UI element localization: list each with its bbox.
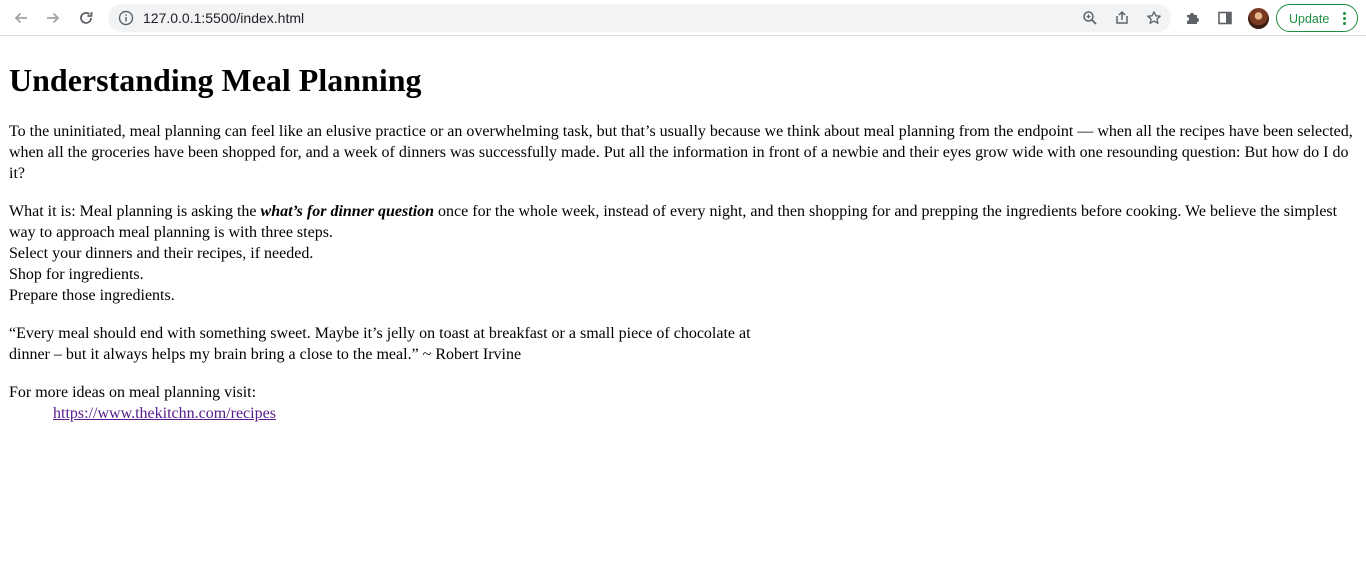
more-ideas-paragraph: For more ideas on meal planning visit: bbox=[9, 382, 1358, 403]
side-panel-icon[interactable] bbox=[1215, 8, 1235, 28]
what-it-is-paragraph: What it is: Meal planning is asking the … bbox=[9, 201, 1358, 306]
reload-icon[interactable] bbox=[73, 5, 99, 31]
more-ideas-text: For more ideas on meal planning visit: bbox=[9, 384, 257, 401]
address-bar[interactable]: 127.0.0.1:5500/index.html bbox=[108, 4, 1171, 32]
quote-line: “Every meal should end with something sw… bbox=[9, 325, 751, 342]
quote-line: dinner – but it always helps my brain br… bbox=[9, 346, 522, 363]
step-item: Prepare those ingredients. bbox=[9, 287, 175, 304]
quote-paragraph: “Every meal should end with something sw… bbox=[9, 323, 1358, 365]
step-item: Shop for ingredients. bbox=[9, 266, 144, 283]
zoom-icon[interactable] bbox=[1081, 9, 1099, 27]
link-block: https://www.thekitchn.com/recipes bbox=[53, 403, 1358, 424]
page-content: Understanding Meal Planning To the unini… bbox=[0, 37, 1366, 568]
step-item: Select your dinners and their recipes, i… bbox=[9, 245, 314, 262]
intro-paragraph: To the uninitiated, meal planning can fe… bbox=[9, 123, 1353, 182]
update-button-label: Update bbox=[1289, 12, 1330, 26]
what-emphasis: what’s for dinner question bbox=[260, 203, 435, 220]
recipes-link[interactable]: https://www.thekitchn.com/recipes bbox=[53, 405, 276, 422]
back-arrow-icon[interactable] bbox=[8, 5, 34, 31]
page-title: Understanding Meal Planning bbox=[9, 62, 422, 98]
update-button[interactable]: Update bbox=[1276, 4, 1358, 32]
profile-avatar[interactable] bbox=[1248, 8, 1269, 29]
site-info-icon[interactable] bbox=[118, 10, 134, 26]
share-icon[interactable] bbox=[1113, 9, 1131, 27]
star-icon[interactable] bbox=[1145, 9, 1163, 27]
puzzle-icon[interactable] bbox=[1183, 8, 1203, 28]
what-prefix: What it is: Meal planning is asking the bbox=[9, 203, 261, 220]
kebab-menu-icon[interactable] bbox=[1343, 12, 1347, 26]
url-text[interactable]: 127.0.0.1:5500/index.html bbox=[143, 10, 304, 26]
forward-arrow-icon[interactable] bbox=[40, 5, 66, 31]
browser-toolbar: 127.0.0.1:5500/index.html Update bbox=[0, 0, 1366, 36]
